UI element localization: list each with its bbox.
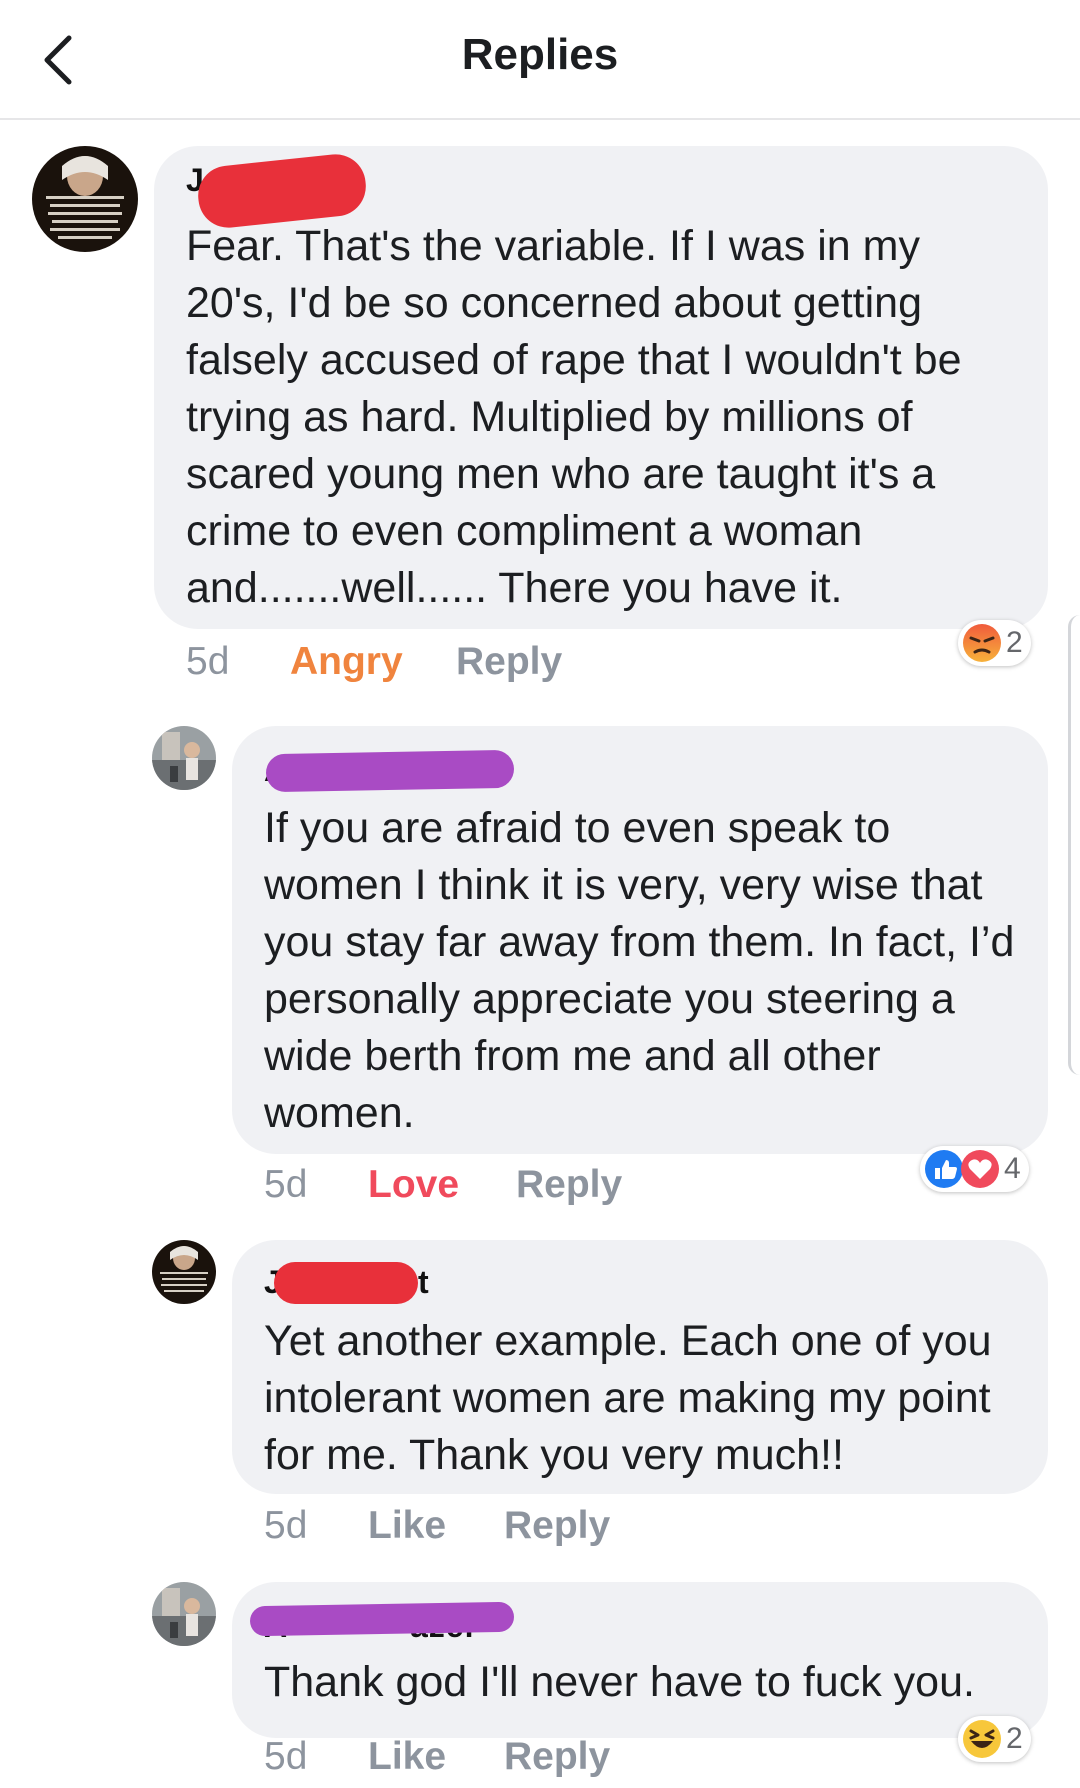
reaction-count: 2 <box>1006 626 1023 659</box>
reaction-button[interactable]: Angry <box>290 640 403 684</box>
comment-text: Yet another example. Each one of you int… <box>264 1317 992 1479</box>
love-reaction-icon <box>961 1150 999 1188</box>
reply-button[interactable]: Reply <box>456 640 562 684</box>
comment-time: 5d <box>186 640 230 683</box>
comment-time: 5d <box>264 1163 308 1206</box>
comment-meta: 5d <box>264 1735 307 1779</box>
like-button[interactable]: Like <box>368 1504 446 1548</box>
reaction-summary[interactable]: 2 <box>958 620 1031 666</box>
avatar[interactable] <box>152 1582 216 1646</box>
comment-author-tail: t <box>418 1264 430 1300</box>
reply-button[interactable]: Reply <box>504 1735 610 1779</box>
reaction-count: 2 <box>1006 1722 1023 1755</box>
comment-text: Thank god I'll never have to fuck you. <box>264 1658 975 1706</box>
reply-button[interactable]: Reply <box>516 1163 622 1207</box>
haha-reaction-icon <box>963 1720 1001 1758</box>
comment-meta: 5d <box>186 640 229 684</box>
reaction-summary[interactable]: 2 <box>958 1716 1031 1762</box>
redaction-mark <box>249 1601 515 1637</box>
comment-time: 5d <box>264 1504 308 1547</box>
like-button[interactable]: Like <box>368 1735 446 1779</box>
reaction-button[interactable]: Love <box>368 1163 459 1207</box>
comment-text: If you are afraid to even speak to women… <box>264 804 1015 1137</box>
avatar[interactable] <box>152 726 216 790</box>
comment-meta: 5d <box>264 1504 307 1548</box>
comment-meta: 5d <box>264 1163 307 1207</box>
scrollbar[interactable] <box>1068 615 1080 1075</box>
avatar[interactable] <box>32 146 138 252</box>
reply-button[interactable]: Reply <box>504 1504 610 1548</box>
redaction-mark <box>274 1262 418 1304</box>
page-title: Replies <box>461 30 619 79</box>
comment-text: Fear. That's the variable. If I was in m… <box>186 222 962 612</box>
avatar[interactable] <box>152 1240 216 1304</box>
reaction-summary[interactable]: 4 <box>920 1146 1029 1192</box>
comment-time: 5d <box>264 1735 308 1778</box>
reaction-count: 4 <box>1004 1152 1021 1185</box>
top-bar: Replies <box>0 0 1080 120</box>
redaction-mark <box>265 749 515 793</box>
like-reaction-icon <box>925 1150 963 1188</box>
angry-reaction-icon <box>963 624 1001 662</box>
